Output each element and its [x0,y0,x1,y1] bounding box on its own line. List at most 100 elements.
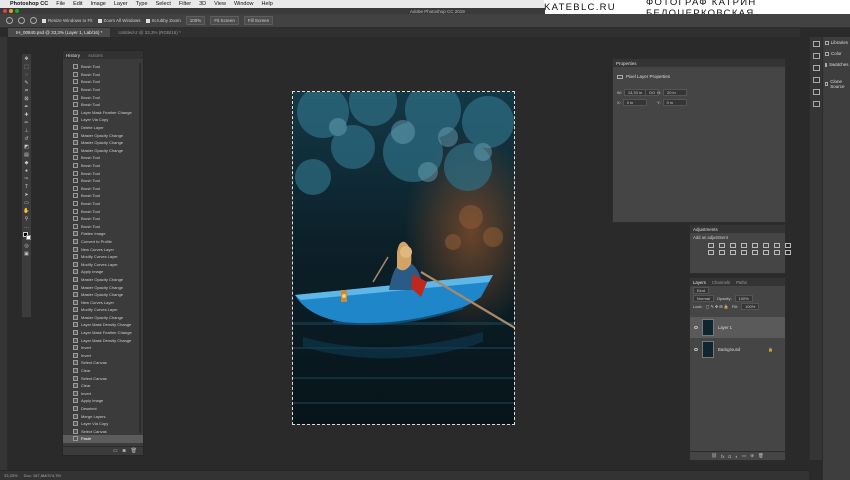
hue-saturation-icon[interactable] [763,243,769,248]
frame-tool-icon[interactable]: ⊠ [23,96,30,102]
tab-history[interactable]: History [66,53,80,58]
dock-color[interactable]: Color [823,48,850,59]
history-item[interactable]: Modify Curves Layer [63,306,143,314]
history-item[interactable]: New Curves Layer [63,298,143,306]
vibrance-icon[interactable] [752,243,758,248]
type-tool-icon[interactable]: T [23,184,30,190]
history-item[interactable]: Brush Tool [63,169,143,177]
hand-tool-icon[interactable]: ✋ [23,208,30,214]
history-item[interactable]: Paste [63,435,143,443]
history-item[interactable]: Select Canvas [63,359,143,367]
lasso-tool-icon[interactable]: ◌ [23,72,30,78]
camera-snapshot-icon[interactable]: ◙ [123,448,126,454]
screen-mode-icon[interactable]: ▣ [23,251,30,257]
new-document-from-state-icon[interactable]: ▭ [113,448,118,454]
levels-icon[interactable] [719,243,725,248]
invert-icon[interactable] [741,250,747,255]
exposure-icon[interactable] [741,243,747,248]
tab-ih-00840[interactable]: IH_00840.psd @ 33,3% (Layer 1, Lab/16) * [8,28,111,37]
y-value[interactable]: 0 in [662,99,687,106]
history-item[interactable]: Master Opacity Change [63,283,143,291]
layer-style-icon[interactable]: fx [721,454,725,459]
blur-tool-icon[interactable]: ◆ [23,160,30,166]
history-item[interactable]: Layer Via Copy [63,116,143,124]
history-item[interactable]: Apply Image [63,268,143,276]
quick-select-tool-icon[interactable]: ✎ [23,80,30,86]
dock-icon[interactable] [812,101,820,107]
dock-libraries[interactable]: Libraries [823,37,850,48]
trash-icon[interactable]: 🗑 [131,448,137,454]
path-selection-tool-icon[interactable]: ➤ [23,192,30,198]
dock-icon[interactable] [812,53,820,59]
maximize-window-icon[interactable] [15,9,19,13]
resize-windows-checkbox[interactable]: Resize Windows to Fit [42,18,93,23]
marquee-tool-icon[interactable]: ⬚ [23,64,30,70]
menu-select[interactable]: Select [156,1,171,7]
dock-icon[interactable] [812,89,820,95]
history-item[interactable]: Modify Curves Layer [63,260,143,268]
history-item[interactable]: New Curves Layer [63,245,143,253]
history-item[interactable]: Master Opacity Change [63,139,143,147]
zoom-tool-icon[interactable]: ⚲ [23,216,30,222]
crop-tool-icon[interactable]: ⌗ [23,88,30,94]
dock-swatches[interactable]: Swatches [823,59,850,70]
history-item[interactable]: Master Opacity Change [63,131,143,139]
history-item[interactable]: Brush Tool [63,63,143,71]
history-item[interactable]: Select Canvas [63,428,143,436]
history-item[interactable]: Brush Tool [63,162,143,170]
history-item[interactable]: Clear [63,367,143,375]
zoom-100-button[interactable]: 100% [185,16,206,25]
history-item[interactable]: Modify Curves Layer [63,253,143,261]
history-item[interactable]: Layer Mask Feather Change [63,109,143,117]
opacity-input[interactable]: 100% [734,294,753,302]
quick-mask-icon[interactable]: ◎ [23,243,30,249]
curves-icon[interactable] [730,243,736,248]
fill-screen-button[interactable]: Fill Screen [243,16,274,25]
dock-icon[interactable] [812,41,820,47]
history-item[interactable]: Layer Mask Density Change [63,321,143,329]
history-item[interactable]: Brush Tool [63,177,143,185]
tab-actions[interactable]: Actions [88,53,103,58]
menu-edit[interactable]: Edit [73,1,82,7]
fill-input[interactable]: 100% [741,302,760,310]
fit-screen-button[interactable]: Fit Screen [210,16,239,25]
rectangle-tool-icon[interactable]: ▭ [23,200,30,206]
history-item[interactable]: Master Opacity Change [63,291,143,299]
history-item[interactable]: Invert [63,352,143,360]
eraser-tool-icon[interactable]: ◩ [23,144,30,150]
visibility-eye-icon[interactable] [694,326,698,329]
history-item[interactable]: Layer Via Copy [63,420,143,428]
brush-tool-icon[interactable]: ✏ [23,120,30,126]
history-item[interactable]: Convert to Profile [63,238,143,246]
height-value[interactable]: 20 in [663,89,687,96]
history-item[interactable]: Clear [63,382,143,390]
dodge-tool-icon[interactable]: ● [23,168,30,174]
eyedropper-tool-icon[interactable]: ✒ [23,104,30,110]
history-item[interactable]: Invert [63,344,143,352]
color-swatches[interactable] [22,232,31,241]
history-item[interactable]: Apply Image [63,397,143,405]
link-layers-icon[interactable]: ⛓ [711,453,717,459]
history-item[interactable]: Brush Tool [63,154,143,162]
history-item[interactable]: Master Opacity Change [63,276,143,284]
history-item[interactable]: Master Opacity Change [63,314,143,322]
trash-icon[interactable]: 🗑 [758,453,764,459]
history-item[interactable]: Layer Mask Density Change [63,336,143,344]
layer-row-layer-1[interactable]: Layer 1 [690,317,785,338]
clone-stamp-tool-icon[interactable]: ⊥ [23,128,30,134]
history-item[interactable]: Brush Tool [63,222,143,230]
menu-image[interactable]: Image [91,1,106,7]
threshold-icon[interactable] [763,250,769,255]
pen-tool-icon[interactable]: ✑ [23,176,30,182]
zoom-in-icon[interactable] [18,17,25,24]
history-item[interactable]: Master Opacity Change [63,147,143,155]
history-item[interactable]: Brush Tool [63,101,143,109]
y-field[interactable]: Y: 0 in [657,99,687,106]
menu-layer[interactable]: Layer [114,1,128,7]
zoom-all-checkbox[interactable]: Zoom All Windows [97,18,141,23]
dock-icon[interactable] [812,65,820,71]
menu-type[interactable]: Type [136,1,148,7]
black-white-icon[interactable] [785,243,791,248]
add-mask-icon[interactable]: ◘ [729,454,732,459]
zoom-tool-icon[interactable] [6,17,13,24]
